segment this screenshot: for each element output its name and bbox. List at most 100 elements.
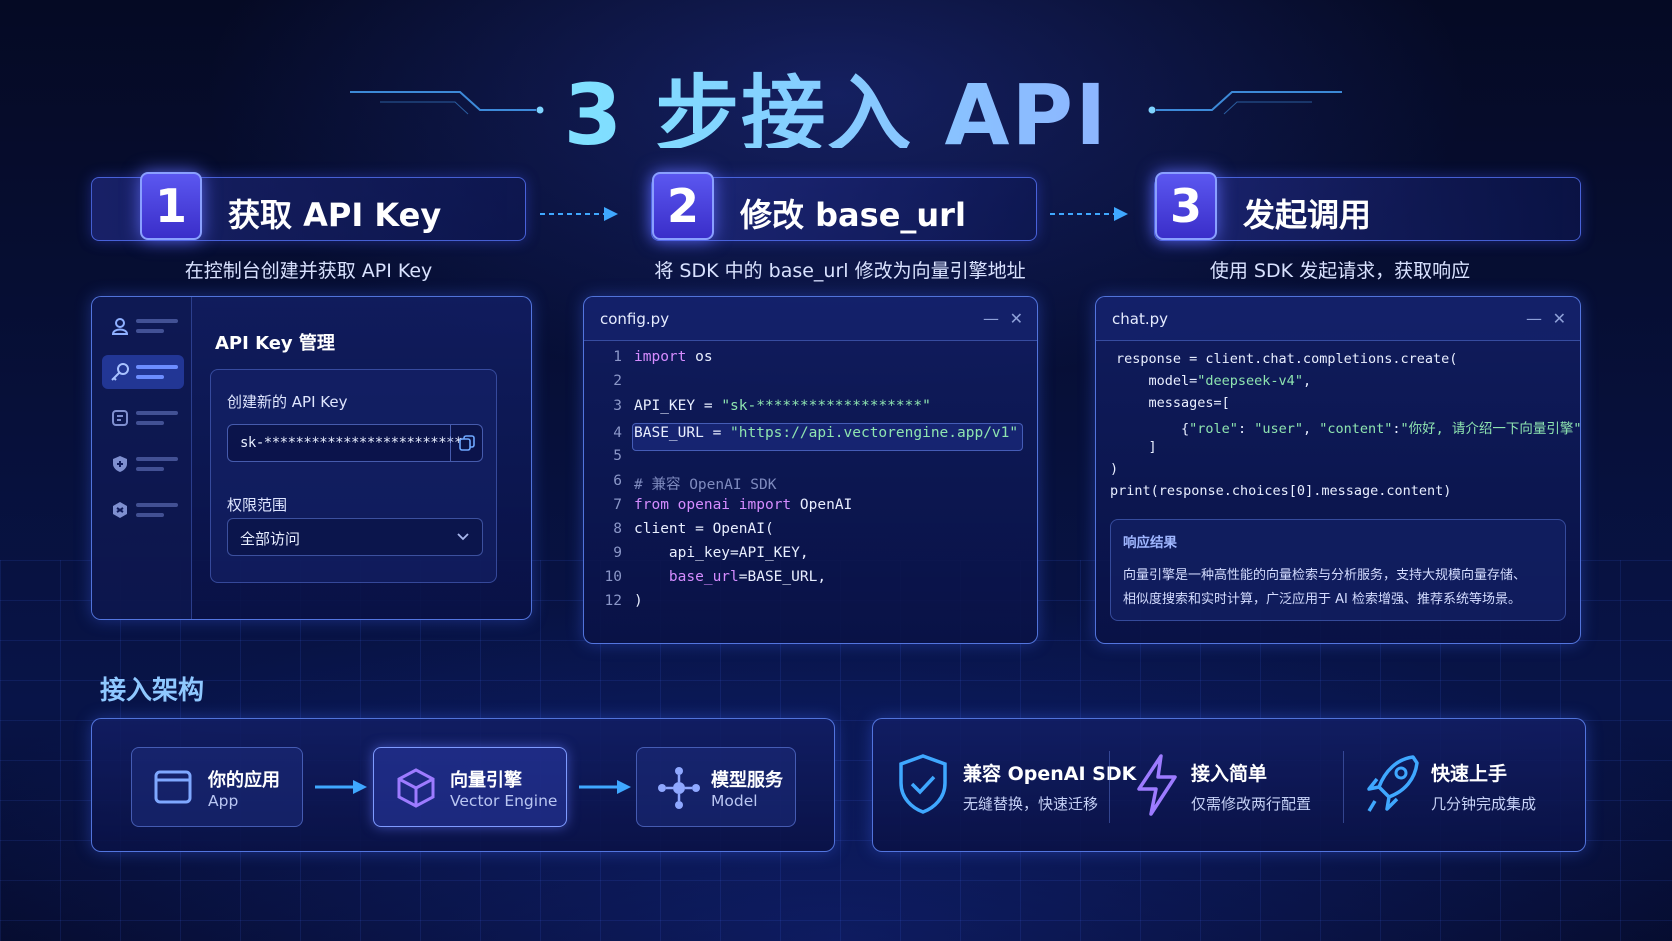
line-number: 6 [613, 473, 622, 489]
code-line: 3 API_KEY = "sk-*******************" [584, 398, 1037, 420]
dashboard-icon [112, 410, 128, 426]
chat-code-panel: chat.py — ✕ response = client.chat.compl… [1095, 296, 1581, 644]
step-1-title: 获取 API Key [228, 196, 442, 234]
code-token: =BASE_URL, [738, 569, 827, 585]
code-line: 8 client = OpenAI( [584, 521, 1037, 543]
code-text: from openai import OpenAI [634, 497, 852, 513]
code-token: ] [1116, 439, 1157, 455]
code-line: 1 import os [584, 349, 1037, 371]
close-button[interactable]: ✕ [1553, 309, 1566, 328]
code-text: api_key=API_KEY, [634, 545, 809, 561]
code-line: ) [1110, 461, 1118, 483]
code-token: "user" [1254, 421, 1303, 437]
scope-value: 全部访问 [240, 530, 301, 548]
step-3-title: 发起调用 [1243, 196, 1372, 234]
feature-simple-subtitle: 仅需修改两行配置 [1191, 795, 1312, 813]
step-arrow-2 [1050, 207, 1128, 221]
node-app: 你的应用 App [131, 747, 303, 827]
chat-filename: chat.py [1112, 310, 1168, 328]
node-model-subtitle: Model [711, 792, 758, 810]
step-1-number: 1 [140, 172, 202, 240]
code-token: : [1237, 421, 1255, 437]
node-model-title: 模型服务 [711, 770, 783, 791]
api-key-field[interactable]: sk-************************* [227, 424, 483, 462]
code-token: ) [634, 593, 643, 609]
step-arrow-1 [540, 207, 618, 221]
node-app-title: 你的应用 [208, 770, 280, 791]
sidebar-item-api-key[interactable] [102, 355, 184, 389]
line-number: 1 [613, 349, 622, 365]
code-token: "content" [1319, 421, 1393, 437]
code-text: client = OpenAI( [634, 521, 774, 537]
line-number: 9 [613, 545, 622, 561]
user-icon [111, 318, 129, 335]
step-2-number: 2 [652, 172, 714, 240]
architecture-panel: 你的应用 App 向量引擎 Vector Engine 模型服务 Model [91, 718, 835, 852]
scope-select[interactable]: 全部访问 [227, 518, 483, 556]
sidebar-item-models[interactable] [102, 493, 184, 527]
code-line: 12) [584, 593, 1037, 615]
shield-check-icon [899, 754, 947, 814]
config-editor-titlebar: config.py — ✕ [584, 297, 1037, 341]
line-number: 2 [613, 373, 622, 389]
sidebar-item-security[interactable] [102, 447, 184, 481]
api-key-value: sk-************************* [240, 435, 463, 451]
features-panel: 兼容 OpenAI SDK 无缝替换，快速迁移 接入简单 仅需修改两行配置 快速… [872, 718, 1586, 852]
hexagon-icon [113, 502, 127, 518]
rocket-icon [1367, 755, 1419, 812]
copy-button[interactable] [450, 425, 482, 461]
feature-simple: 接入简单 仅需修改两行配置 [1131, 719, 1341, 851]
sidebar-item-user[interactable] [102, 309, 184, 343]
node-vector-engine-subtitle: Vector Engine [450, 792, 558, 810]
code-text: base_url=BASE_URL, [634, 569, 826, 585]
chat-editor-titlebar: chat.py — ✕ [1096, 297, 1580, 341]
lightning-icon [1137, 754, 1177, 816]
code-token: BASE_URL = [634, 425, 731, 441]
feature-quick-start-subtitle: 几分钟完成集成 [1431, 795, 1537, 813]
key-icon [111, 363, 129, 381]
node-vector-engine-title: 向量引擎 [450, 770, 522, 791]
create-key-label: 创建新的 API Key [227, 393, 348, 411]
arch-arrow-2 [579, 780, 631, 794]
node-model: 模型服务 Model [636, 747, 796, 827]
console-sidebar [92, 297, 192, 619]
close-button[interactable]: ✕ [1010, 309, 1023, 328]
code-token: messages=[ [1116, 395, 1230, 411]
step-3-subtitle: 使用 SDK 发起请求，获取响应 [1209, 260, 1471, 282]
feature-openai-compat-subtitle: 无缝替换，快速迁移 [963, 795, 1099, 813]
sidebar-item-dashboard[interactable] [102, 401, 184, 435]
page-title: 3 步接入 API [0, 48, 1672, 164]
cube-icon [397, 768, 435, 808]
minimize-button[interactable]: — [983, 309, 999, 328]
code-line: 10 base_url=BASE_URL, [584, 569, 1037, 591]
code-token: print(response.choices[0].message.conten… [1110, 483, 1452, 499]
create-key-card: 创建新的 API Key sk-************************… [210, 369, 497, 583]
line-number: 12 [604, 593, 622, 609]
code-token: "deepseek-v4" [1197, 373, 1303, 389]
step-2-subtitle: 将 SDK 中的 base_url 修改为向量引擎地址 [654, 260, 1026, 282]
code-line: {"role": "user", "content":"你好, 请介绍一下向量引… [1116, 417, 1581, 439]
line-number: 4 [613, 425, 622, 441]
code-token: openai [677, 497, 731, 513]
code-line: 5 [584, 448, 1037, 470]
minimize-button[interactable]: — [1526, 309, 1542, 328]
architecture-title: 接入架构 [100, 676, 205, 706]
code-token: response = client.chat.completions.creat… [1116, 351, 1458, 367]
code-token: , [1302, 421, 1320, 437]
feature-quick-start-title: 快速上手 [1431, 763, 1508, 785]
response-title: 响应结果 [1123, 535, 1177, 551]
code-line: 7 from openai import OpenAI [584, 497, 1037, 519]
title-circuit-right [1148, 91, 1342, 115]
line-number: 5 [613, 448, 622, 464]
code-token: "你好, 请介绍一下向量引擎" [1400, 421, 1581, 437]
feature-openai-compat: 兼容 OpenAI SDK 无缝替换，快速迁移 [897, 719, 1136, 851]
feature-quick-start: 快速上手 几分钟完成集成 [1365, 719, 1575, 851]
code-text: BASE_URL = "https://api.vectorengine.app… [634, 425, 1018, 441]
step-2-title: 修改 base_url [740, 196, 966, 234]
code-line: 4 BASE_URL = "https://api.vectorengine.ap… [584, 425, 1037, 447]
line-number: 8 [613, 521, 622, 537]
code-text: # 兼容 OpenAI SDK [634, 473, 777, 494]
arch-arrow-1 [315, 780, 367, 794]
